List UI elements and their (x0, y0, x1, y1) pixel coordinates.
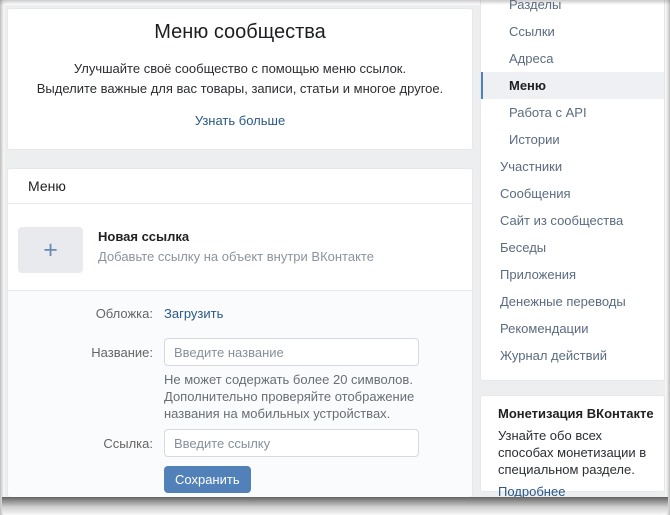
upload-cover-link[interactable]: Загрузить (164, 306, 223, 321)
monetization-card: Монетизация ВКонтакте Узнайте обо всех с… (480, 395, 665, 492)
sidebar-item-label: Журнал действий (500, 348, 607, 363)
promo-description-line2: Выделите важные для вас товары, записи, … (8, 79, 472, 99)
link-input[interactable] (164, 429, 419, 457)
sidebar-item-13[interactable]: Журнал действий (481, 342, 664, 369)
sidebar-item-7[interactable]: Сообщения (481, 180, 664, 207)
sidebar-item-11[interactable]: Денежные переводы (481, 288, 664, 315)
sidebar-item-label: Приложения (500, 267, 576, 282)
promo-card: Меню сообщества Улучшайте своё сообществ… (7, 8, 473, 150)
sidebar-item-label: Разделы (509, 0, 561, 12)
new-link-title: Новая ссылка (98, 229, 374, 244)
name-hint-line2: Дополнительно проверяйте отображение (164, 388, 414, 405)
sidebar-menu: Разделы Ссылки Адреса Меню Работа с API … (480, 0, 665, 381)
monetization-title: Монетизация ВКонтакте (498, 406, 656, 421)
sidebar-item-label: Адреса (509, 51, 553, 66)
monetization-text: Узнайте обо всех способах монетизации в … (498, 427, 650, 478)
name-label: Название: (8, 345, 153, 360)
learn-more-link[interactable]: Узнать больше (195, 113, 285, 128)
menu-section-card: Меню + Новая ссылка Добавьте ссылку на о… (7, 168, 473, 497)
plus-icon: + (43, 238, 58, 263)
sidebar-item-label: Сайт из сообщества (500, 213, 623, 228)
new-link-texts: Новая ссылка Добавьте ссылку на объект в… (98, 229, 374, 264)
sidebar-item-label: Истории (509, 132, 560, 147)
new-link-subtitle: Добавьте ссылку на объект внутри ВКонтак… (98, 249, 374, 264)
sidebar-item-label: Сообщения (500, 186, 571, 201)
sidebar-item-8[interactable]: Сайт из сообщества (481, 207, 664, 234)
window-frame-bottom (2, 497, 668, 515)
section-header-menu: Меню (8, 169, 472, 204)
page-title: Меню сообщества (8, 21, 472, 44)
link-label: Ссылка: (8, 436, 153, 451)
sidebar-item-label: Рекомендации (500, 321, 589, 336)
sidebar-item-1[interactable]: Ссылки (481, 18, 664, 45)
sidebar-item-6[interactable]: Участники (481, 153, 664, 180)
promo-description: Улучшайте своё сообщество с помощью меню… (8, 59, 472, 99)
name-input[interactable] (164, 338, 419, 366)
name-hint: Не может содержать более 20 символов. До… (164, 371, 414, 422)
add-link-button[interactable]: + (18, 227, 83, 273)
new-link-row[interactable]: + Новая ссылка Добавьте ссылку на объект… (8, 204, 472, 291)
sidebar-item-label: Участники (500, 159, 562, 174)
sidebar-item-10[interactable]: Приложения (481, 261, 664, 288)
name-hint-line3: названия на мобильных устройствах. (164, 405, 414, 422)
sidebar-item-label: Меню (509, 78, 546, 93)
sidebar-item-label: Ссылки (509, 24, 555, 39)
promo-description-line1: Улучшайте своё сообщество с помощью меню… (8, 59, 472, 79)
sidebar-item-2[interactable]: Адреса (481, 45, 664, 72)
sidebar-item-4[interactable]: Работа с API (481, 99, 664, 126)
name-hint-line1: Не может содержать более 20 символов. (164, 371, 414, 388)
cover-label: Обложка: (8, 306, 153, 321)
sidebar-item-5[interactable]: Истории (481, 126, 664, 153)
sidebar-item-3-active[interactable]: Меню (481, 72, 664, 99)
sidebar-item-12[interactable]: Рекомендации (481, 315, 664, 342)
cover-row: Обложка: Загрузить (8, 303, 223, 323)
new-link-form: Обложка: Загрузить Название: Не может со… (8, 291, 472, 497)
sidebar-item-label: Работа с API (509, 105, 587, 120)
link-row: Ссылка: (8, 429, 419, 457)
monetization-more-link[interactable]: Подробнее (498, 484, 565, 499)
sidebar-item-label: Беседы (500, 240, 546, 255)
save-button[interactable]: Сохранить (164, 466, 251, 493)
sidebar-item-label: Денежные переводы (500, 294, 626, 309)
name-row: Название: (8, 338, 419, 366)
vk-community-settings-page: Меню сообщества Улучшайте своё сообществ… (0, 0, 670, 515)
sidebar-item-0[interactable]: Разделы (481, 0, 664, 18)
sidebar-item-9[interactable]: Беседы (481, 234, 664, 261)
